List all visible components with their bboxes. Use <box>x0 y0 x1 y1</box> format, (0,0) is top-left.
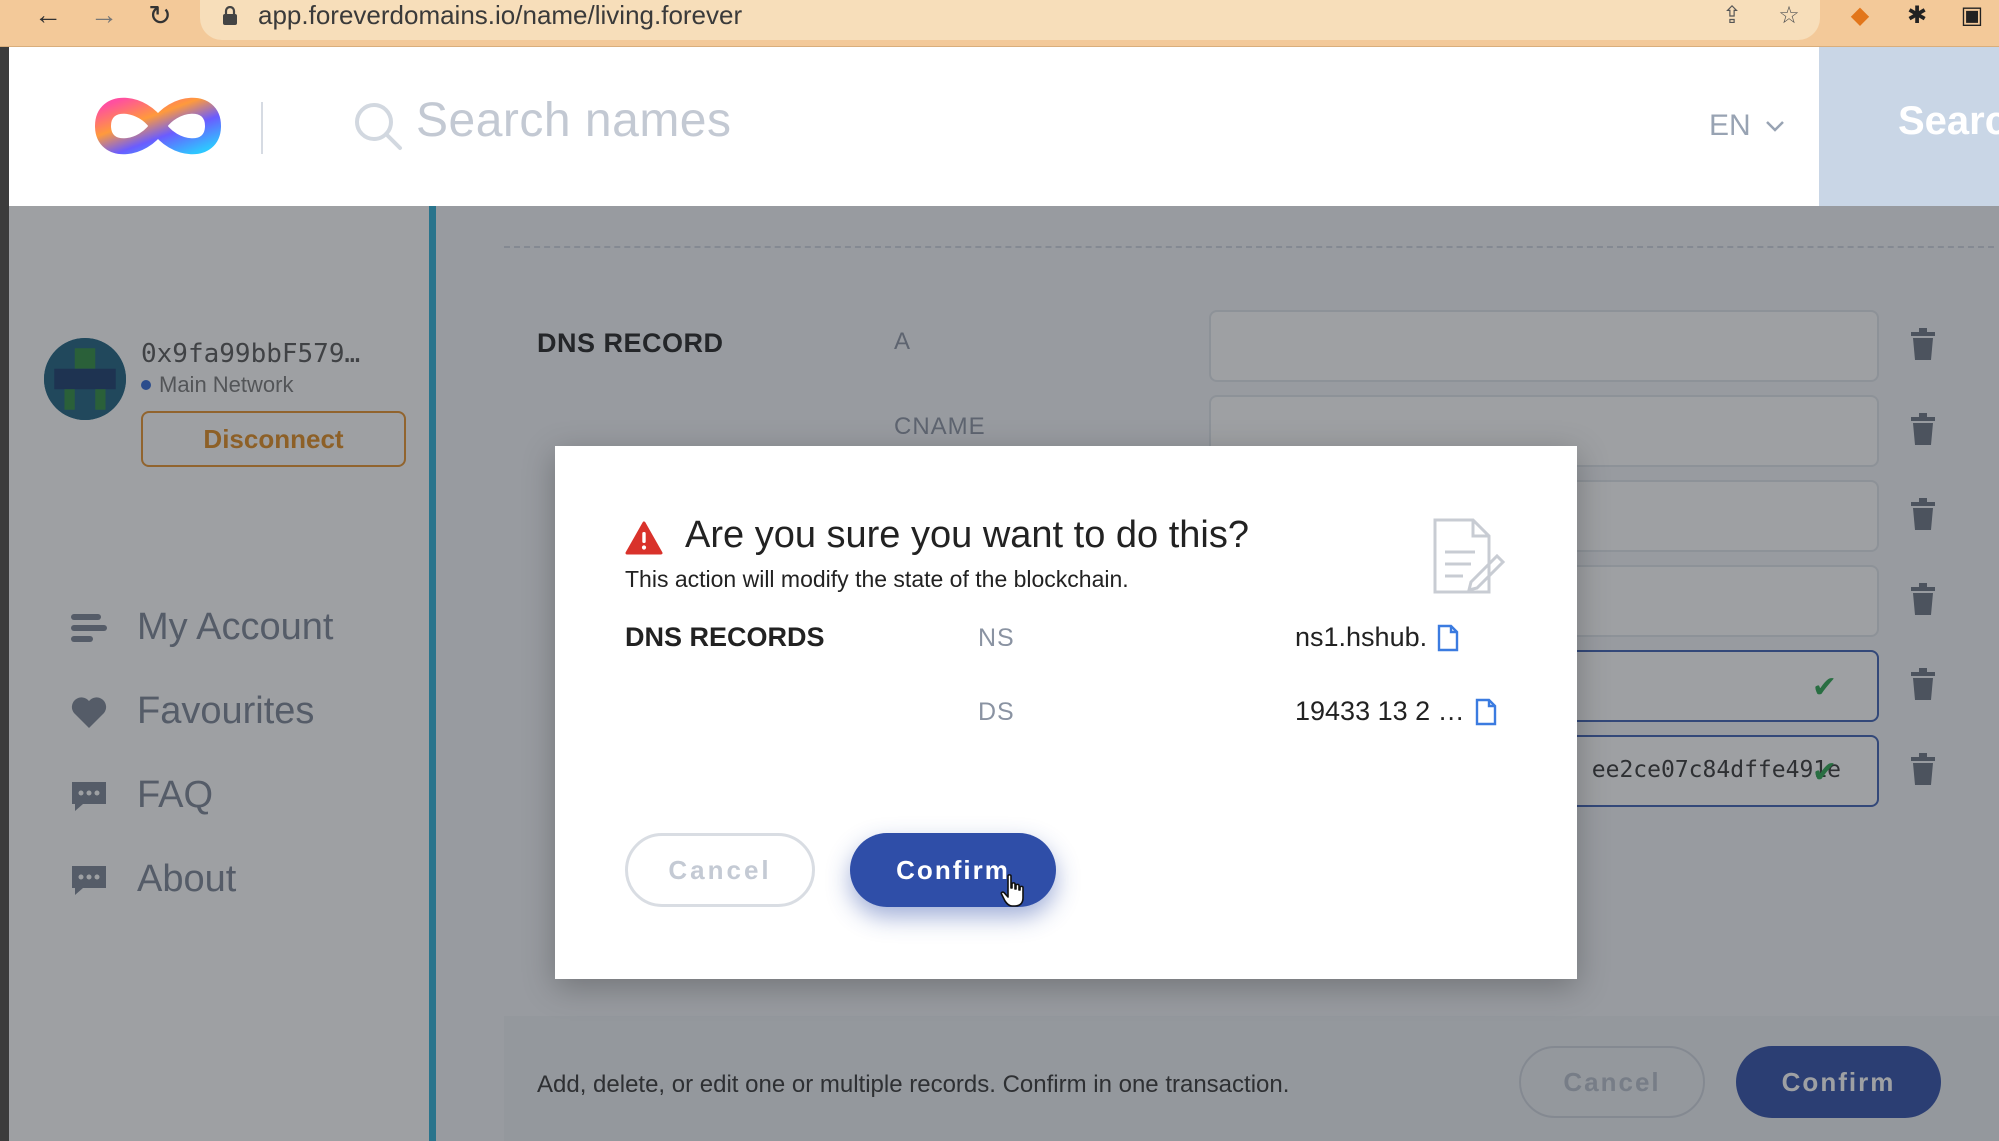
record-value-ds: 19433 13 2 … <box>1295 696 1497 727</box>
fox-extension-icon[interactable]: ◆ <box>1843 0 1877 30</box>
warning-icon <box>625 521 663 555</box>
document-icon[interactable] <box>1437 624 1459 652</box>
document-edit-icon <box>1433 518 1506 594</box>
infinity-logo-icon[interactable] <box>93 89 223 163</box>
reload-icon[interactable]: ↻ <box>140 0 180 31</box>
lock-icon <box>223 6 237 25</box>
sidebar-toggle-icon[interactable]: ▣ <box>1955 0 1989 30</box>
extensions-icon[interactable]: ✱ <box>1900 0 1934 30</box>
confirm-dialog: Are you sure you want to do this? This a… <box>555 446 1577 979</box>
record-type-ds: DS <box>978 698 1015 726</box>
record-value-text: 19433 13 2 … <box>1295 696 1465 726</box>
search-input[interactable]: Search names <box>416 93 732 148</box>
forward-icon[interactable]: → <box>84 0 124 30</box>
app-header: Search names EN Search <box>9 47 1999 206</box>
language-label: EN <box>1709 109 1751 142</box>
browser-toolbar: ← → ↻ app.foreverdomains.io/name/living.… <box>0 0 1999 47</box>
hand-cursor-icon <box>1000 874 1024 907</box>
record-value-text: ns1.hshub. <box>1295 622 1428 652</box>
star-icon[interactable]: ☆ <box>1772 0 1806 30</box>
desktop-edge <box>0 47 9 1141</box>
header-divider <box>261 102 263 154</box>
language-select[interactable]: EN <box>1709 109 1785 143</box>
search-button-label: Search <box>1898 99 1999 143</box>
share-icon[interactable]: ⇪ <box>1715 0 1749 30</box>
document-icon[interactable] <box>1475 698 1497 726</box>
search-icon <box>355 103 402 150</box>
back-icon[interactable]: ← <box>28 0 68 30</box>
dns-records-label: DNS RECORDS <box>625 622 825 652</box>
record-type-ns: NS <box>978 624 1015 652</box>
chevron-down-icon <box>1765 121 1784 132</box>
url-text: app.foreverdomains.io/name/living.foreve… <box>258 0 743 30</box>
search-button[interactable]: Search <box>1819 47 1999 206</box>
dialog-subtitle: This action will modify the state of the… <box>625 566 1129 592</box>
address-bar[interactable]: app.foreverdomains.io/name/living.foreve… <box>200 0 1820 40</box>
dialog-title: Are you sure you want to do this? <box>685 514 1249 556</box>
record-value-ns: ns1.hshub. <box>1295 622 1459 653</box>
dialog-cancel-button[interactable]: Cancel <box>625 833 815 907</box>
